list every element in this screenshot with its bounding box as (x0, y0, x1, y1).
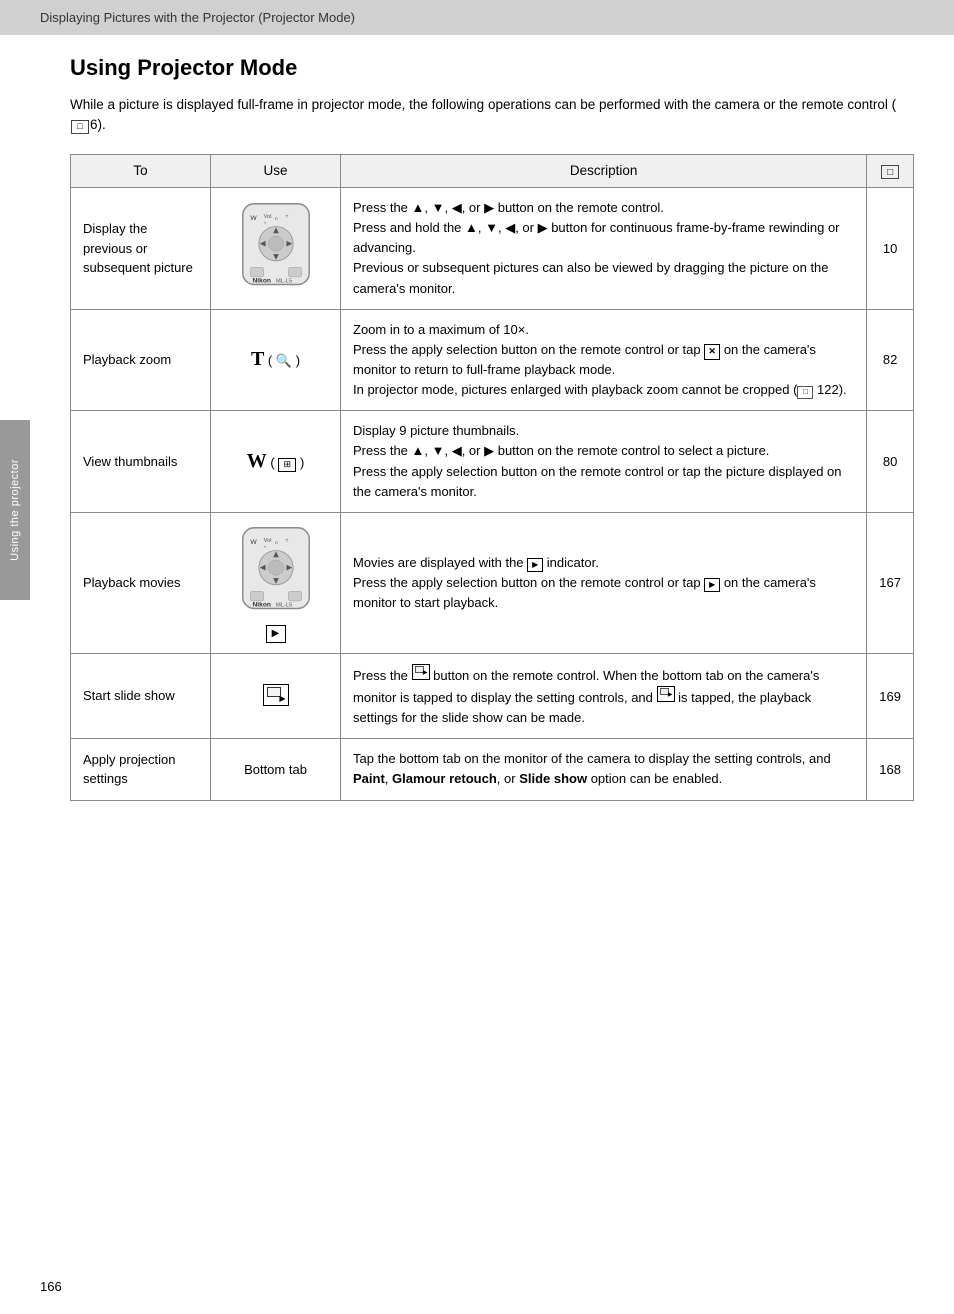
row3-desc: Display 9 picture thumbnails. Press the … (341, 411, 867, 513)
row3-page: 80 (867, 411, 914, 513)
page-title: Using Projector Mode (70, 55, 914, 81)
svg-text:W: W (250, 215, 257, 222)
row6-page: 168 (867, 739, 914, 800)
svg-text:+: + (263, 545, 266, 550)
remote-control-image-2: W Vol + n T Nikon ML-L5 (231, 523, 321, 618)
page-number: 166 (40, 1279, 62, 1294)
table-row: Playback movies W Vol + n T (71, 512, 914, 653)
svg-text:T: T (285, 214, 288, 220)
svg-text:Vol: Vol (263, 538, 271, 544)
row3-use: W ( ⊞ ) (211, 411, 341, 513)
row1-to: Display the previous or subsequent pictu… (71, 188, 211, 310)
header-desc: Description (341, 154, 867, 188)
row5-desc: Press the ▶ button on the remote control… (341, 653, 867, 738)
side-tab-label: Using the projector (9, 459, 21, 561)
side-tab: Using the projector (0, 420, 30, 600)
row6-desc: Tap the bottom tab on the monitor of the… (341, 739, 867, 800)
row4-use: W Vol + n T Nikon ML-L5 (211, 512, 341, 653)
row5-use: ▶ (211, 653, 341, 738)
table-row: View thumbnails W ( ⊞ ) Display 9 pictur… (71, 411, 914, 513)
svg-text:T: T (285, 538, 288, 544)
row3-to: View thumbnails (71, 411, 211, 513)
row5-to: Start slide show (71, 653, 211, 738)
svg-text:n: n (275, 217, 278, 222)
table-row: Apply projection settings Bottom tab Tap… (71, 739, 914, 800)
row2-page: 82 (867, 309, 914, 411)
svg-text:ML-L5: ML-L5 (276, 279, 292, 285)
row2-desc: Zoom in to a maximum of 10×. Press the a… (341, 309, 867, 411)
svg-text:ML-L5: ML-L5 (276, 602, 292, 608)
row6-to: Apply projection settings (71, 739, 211, 800)
row2-use: T ( 🔍 ) (211, 309, 341, 411)
svg-text:Nikon: Nikon (252, 278, 270, 285)
svg-text:+: + (263, 222, 266, 227)
header-to: To (71, 154, 211, 188)
row5-page: 169 (867, 653, 914, 738)
row1-desc: Press the ▲, ▼, ◀, or ▶ button on the re… (341, 188, 867, 310)
row2-to: Playback zoom (71, 309, 211, 411)
row1-use: W Vol + n T (211, 188, 341, 310)
table-row: Display the previous or subsequent pictu… (71, 188, 914, 310)
page-header: Displaying Pictures with the Projector (… (0, 0, 954, 35)
table-row: Start slide show ▶ Press the ▶ button on… (71, 653, 914, 738)
row4-page: 167 (867, 512, 914, 653)
svg-text:W: W (250, 539, 257, 546)
row6-use: Bottom tab (211, 739, 341, 800)
header-text: Displaying Pictures with the Projector (… (40, 10, 355, 25)
intro-paragraph: While a picture is displayed full-frame … (70, 95, 914, 136)
svg-text:n: n (275, 541, 278, 546)
svg-text:Vol: Vol (263, 214, 271, 220)
main-table: To Use Description □ Display the previou… (70, 154, 914, 801)
table-row: Playback zoom T ( 🔍 ) Zoom in to a maxim… (71, 309, 914, 411)
header-use: Use (211, 154, 341, 188)
remote-control-image: W Vol + n T (231, 199, 321, 294)
row4-to: Playback movies (71, 512, 211, 653)
svg-text:Nikon: Nikon (252, 601, 270, 608)
row4-desc: Movies are displayed with the ▶ indicato… (341, 512, 867, 653)
row1-page: 10 (867, 188, 914, 310)
header-book: □ (867, 154, 914, 188)
